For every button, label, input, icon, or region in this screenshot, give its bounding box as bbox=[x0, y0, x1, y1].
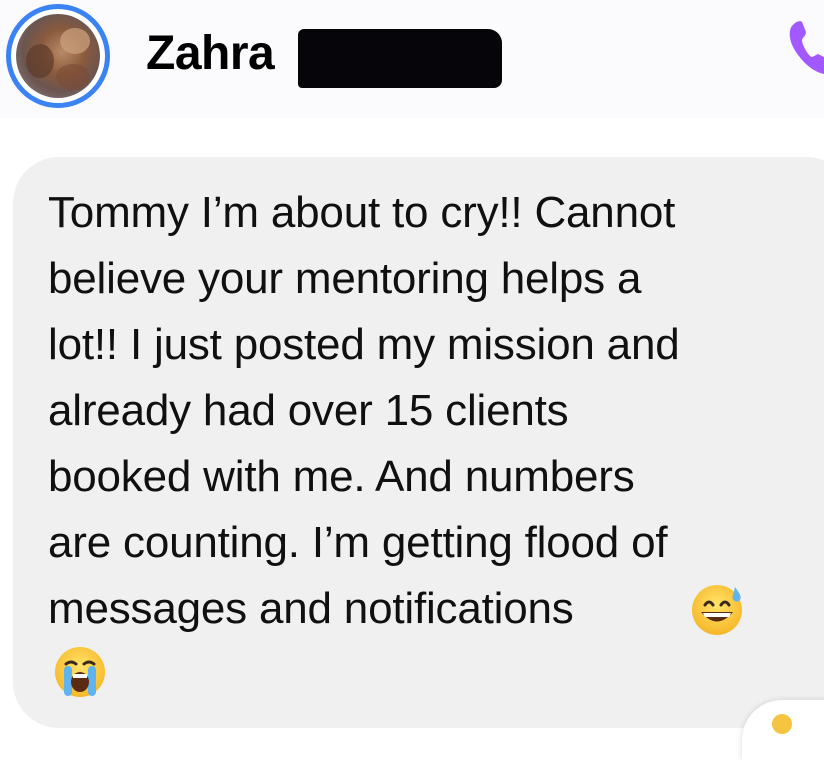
contact-name[interactable]: Zahra bbox=[146, 26, 275, 82]
grinning-face-with-sweat-icon bbox=[692, 585, 742, 635]
profile-photo-icon bbox=[16, 14, 100, 98]
chat-header: Zahra bbox=[0, 0, 824, 118]
message-line: Tommy I’m about to cry!! Cannot bbox=[48, 188, 676, 237]
message-line: lot!! I just posted my mission and bbox=[48, 320, 680, 369]
message-line: are counting. I’m getting flood of bbox=[48, 518, 668, 567]
phone-icon[interactable] bbox=[786, 18, 824, 80]
redacted-surname bbox=[298, 29, 502, 88]
loudly-crying-face-icon bbox=[55, 647, 105, 697]
avatar[interactable] bbox=[6, 4, 110, 108]
message-text: Tommy I’m about to cry!! Cannot believe … bbox=[48, 180, 808, 642]
message-line: booked with me. And numbers bbox=[48, 452, 635, 501]
message-line: already had over 15 clients bbox=[48, 386, 569, 435]
thumbs-up-reaction-icon bbox=[772, 714, 792, 734]
message-line: believe your mentoring helps a bbox=[48, 254, 642, 303]
